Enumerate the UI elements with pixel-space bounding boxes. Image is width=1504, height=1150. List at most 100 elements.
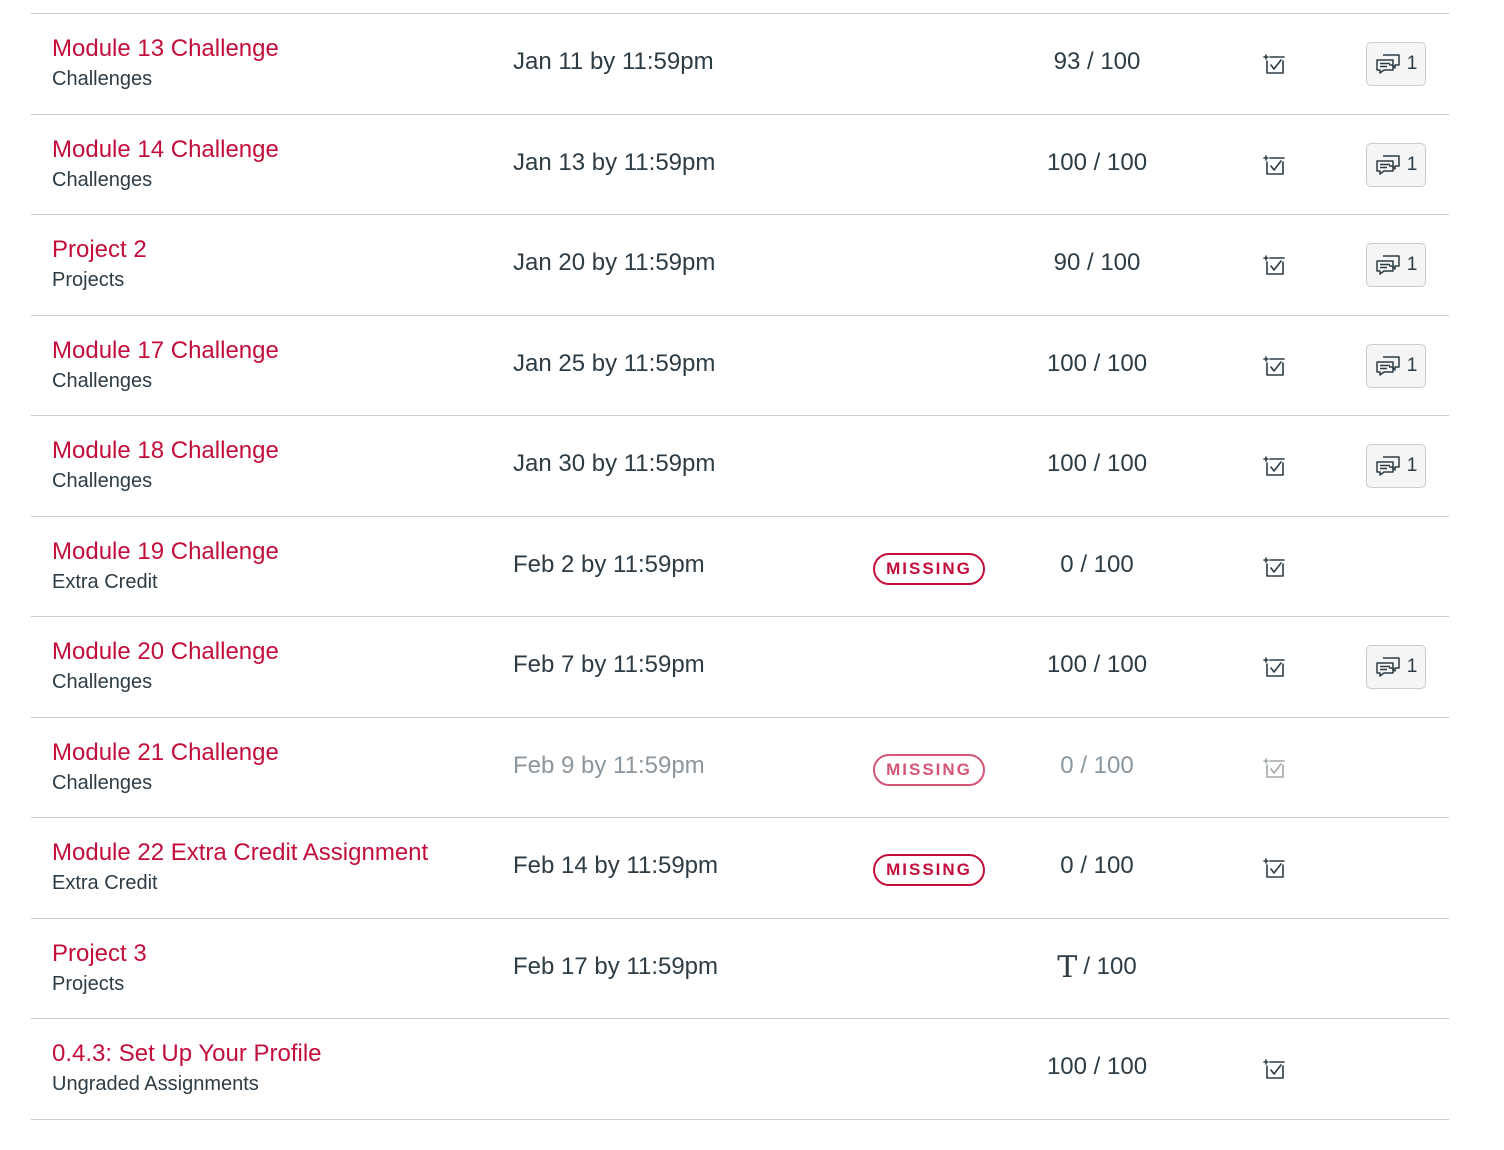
comments-icon <box>1375 455 1401 477</box>
due-date: Feb 7 by 11:59pm <box>513 651 705 678</box>
comments-button[interactable]: 1 <box>1366 645 1426 689</box>
assignment-category: Challenges <box>52 369 153 392</box>
points-possible: / 100 <box>1080 852 1134 879</box>
comments-count: 1 <box>1406 153 1418 175</box>
assignment-title-link[interactable]: Module 13 Challenge <box>52 34 279 64</box>
score-value: 100 <box>1046 450 1087 477</box>
score-value: 100 <box>1046 651 1087 678</box>
rubric-icon[interactable] <box>1262 52 1286 76</box>
assignment-title-cell: Module 17 Challenge Challenges <box>52 336 279 395</box>
comments-icon <box>1375 355 1401 377</box>
score: 0 / 100 <box>997 751 1197 781</box>
assignment-row: Module 22 Extra Credit Assignment Extra C… <box>31 818 1449 919</box>
rubric-icon[interactable] <box>1262 253 1286 277</box>
assignment-title-link[interactable]: Module 19 Challenge <box>52 537 279 567</box>
assignment-row: Project 2 Projects Jan 20 by 11:59pm 90 / 1… <box>31 215 1449 316</box>
due-date: Feb 17 by 11:59pm <box>513 952 719 980</box>
assignment-category: Challenges <box>52 470 153 492</box>
due-date: Jan 25 by 11:59pm <box>513 349 716 377</box>
assignment-row: Module 13 Challenge Challenges Jan 11 by 1… <box>31 14 1449 115</box>
score: 100 / 100 <box>997 449 1197 479</box>
score-value: 100 <box>1046 1053 1087 1080</box>
comments-button[interactable]: 1 <box>1366 243 1426 287</box>
assignment-title-cell: Module 19 Challenge Extra Credit <box>52 537 279 596</box>
assignment-title-link[interactable]: Project 3 <box>52 939 147 969</box>
assignment-title-cell: Module 14 Challenge Challenges <box>52 135 279 194</box>
assignments-table: Module 13 Challenge Challenges Jan 11 by 1… <box>31 13 1449 1120</box>
points-possible: / 100 <box>1093 1053 1148 1080</box>
score-value: 0 <box>1060 751 1074 779</box>
assignment-title-link[interactable]: Project 2 <box>52 235 147 265</box>
comments-button[interactable]: 1 <box>1366 343 1426 388</box>
assignment-category: Challenges <box>52 168 153 191</box>
assignment-title-cell: Project 3 Projects <box>52 939 147 998</box>
missing-status-badge: MISSING <box>873 552 985 585</box>
points-possible: / 100 <box>1080 751 1134 779</box>
score-value: 100 <box>1046 349 1087 377</box>
comments-icon <box>1375 53 1401 75</box>
score: 100 / 100 <box>997 1052 1197 1082</box>
rubric-icon[interactable] <box>1262 856 1286 880</box>
comments-count: 1 <box>1406 254 1418 275</box>
comments-icon <box>1375 254 1401 276</box>
score: 0 / 100 <box>997 550 1197 580</box>
assignment-title-link[interactable]: 0.4.3: Set Up Your Profile <box>52 1039 322 1069</box>
points-possible: / 100 <box>1093 651 1148 678</box>
rubric-icon[interactable] <box>1262 153 1286 177</box>
assignment-title-link[interactable]: Module 17 Challenge <box>52 336 279 366</box>
assignment-title-link[interactable]: Module 21 Challenge <box>52 738 279 768</box>
rubric-icon[interactable] <box>1262 655 1286 679</box>
due-date: Feb 9 by 11:59pm <box>513 751 705 779</box>
comments-count: 1 <box>1406 354 1418 376</box>
rubric-icon[interactable] <box>1262 555 1286 579</box>
rubric-icon[interactable] <box>1262 756 1286 780</box>
assignment-category: Challenges <box>52 68 153 90</box>
rubric-icon[interactable] <box>1262 454 1286 478</box>
comments-button[interactable]: 1 <box>1366 142 1426 187</box>
assignment-title-link[interactable]: Module 18 Challenge <box>52 436 279 466</box>
score: 0 / 100 <box>997 851 1197 881</box>
due-date: Jan 30 by 11:59pm <box>513 450 716 477</box>
assignment-title-link[interactable]: Module 20 Challenge <box>52 637 279 667</box>
points-possible: / 100 <box>1080 550 1134 578</box>
assignment-title-cell: Module 21 Challenge Challenges <box>52 738 279 797</box>
comments-button[interactable]: 1 <box>1366 444 1426 488</box>
comments-icon <box>1375 154 1401 176</box>
score-value: 0 <box>1060 550 1074 578</box>
due-date: Feb 14 by 11:59pm <box>513 852 719 879</box>
assignment-row: Module 18 Challenge Challenges Jan 30 by 1… <box>31 416 1449 517</box>
points-possible: / 100 <box>1086 48 1141 75</box>
assignment-title-link[interactable]: Module 14 Challenge <box>52 135 279 165</box>
assignment-title-cell: Module 18 Challenge Challenges <box>52 436 279 495</box>
points-possible: / 100 <box>1086 249 1141 276</box>
assignment-row: 0.4.3: Set Up Your Profile Ungraded Assig… <box>31 1019 1449 1120</box>
assignment-title-cell: 0.4.3: Set Up Your Profile Ungraded Assig… <box>52 1039 322 1098</box>
assignment-category: Extra Credit <box>52 570 158 593</box>
assignment-category: Challenges <box>52 771 153 794</box>
score-value: 100 <box>1046 148 1087 176</box>
points-possible: / 100 <box>1083 952 1137 980</box>
assignment-row: Module 19 Challenge Extra Credit Feb 2 by … <box>31 517 1449 617</box>
due-date: Jan 20 by 11:59pm <box>513 249 716 276</box>
assignment-category: Extra Credit <box>52 872 158 894</box>
score: 90 / 100 <box>997 248 1197 278</box>
assignment-title-link[interactable]: Module 22 Extra Credit Assignment <box>52 838 428 868</box>
assignment-row: Module 17 Challenge Challenges Jan 25 by 1… <box>31 316 1449 416</box>
score: 93 / 100 <box>997 47 1197 77</box>
due-date: Feb 2 by 11:59pm <box>513 550 705 578</box>
assignment-row: Module 14 Challenge Challenges Jan 13 by 1… <box>31 115 1449 215</box>
assignment-row: Module 21 Challenge Challenges Feb 9 by 11… <box>31 718 1449 818</box>
missing-status-badge: MISSING <box>873 753 985 786</box>
rubric-icon[interactable] <box>1262 1057 1286 1081</box>
comments-button[interactable]: 1 <box>1366 42 1426 86</box>
assignment-row: Module 20 Challenge Challenges Feb 7 by 11… <box>31 617 1449 718</box>
due-date: Jan 13 by 11:59pm <box>513 148 716 176</box>
assignment-title-cell: Module 20 Challenge Challenges <box>52 637 279 696</box>
score: 100 / 100 <box>997 349 1197 379</box>
score: 100 / 100 <box>997 148 1197 178</box>
points-possible: / 100 <box>1093 349 1148 377</box>
assignment-category: Projects <box>52 972 125 995</box>
points-possible: / 100 <box>1093 148 1148 176</box>
comments-count: 1 <box>1406 656 1418 677</box>
rubric-icon[interactable] <box>1262 354 1286 378</box>
